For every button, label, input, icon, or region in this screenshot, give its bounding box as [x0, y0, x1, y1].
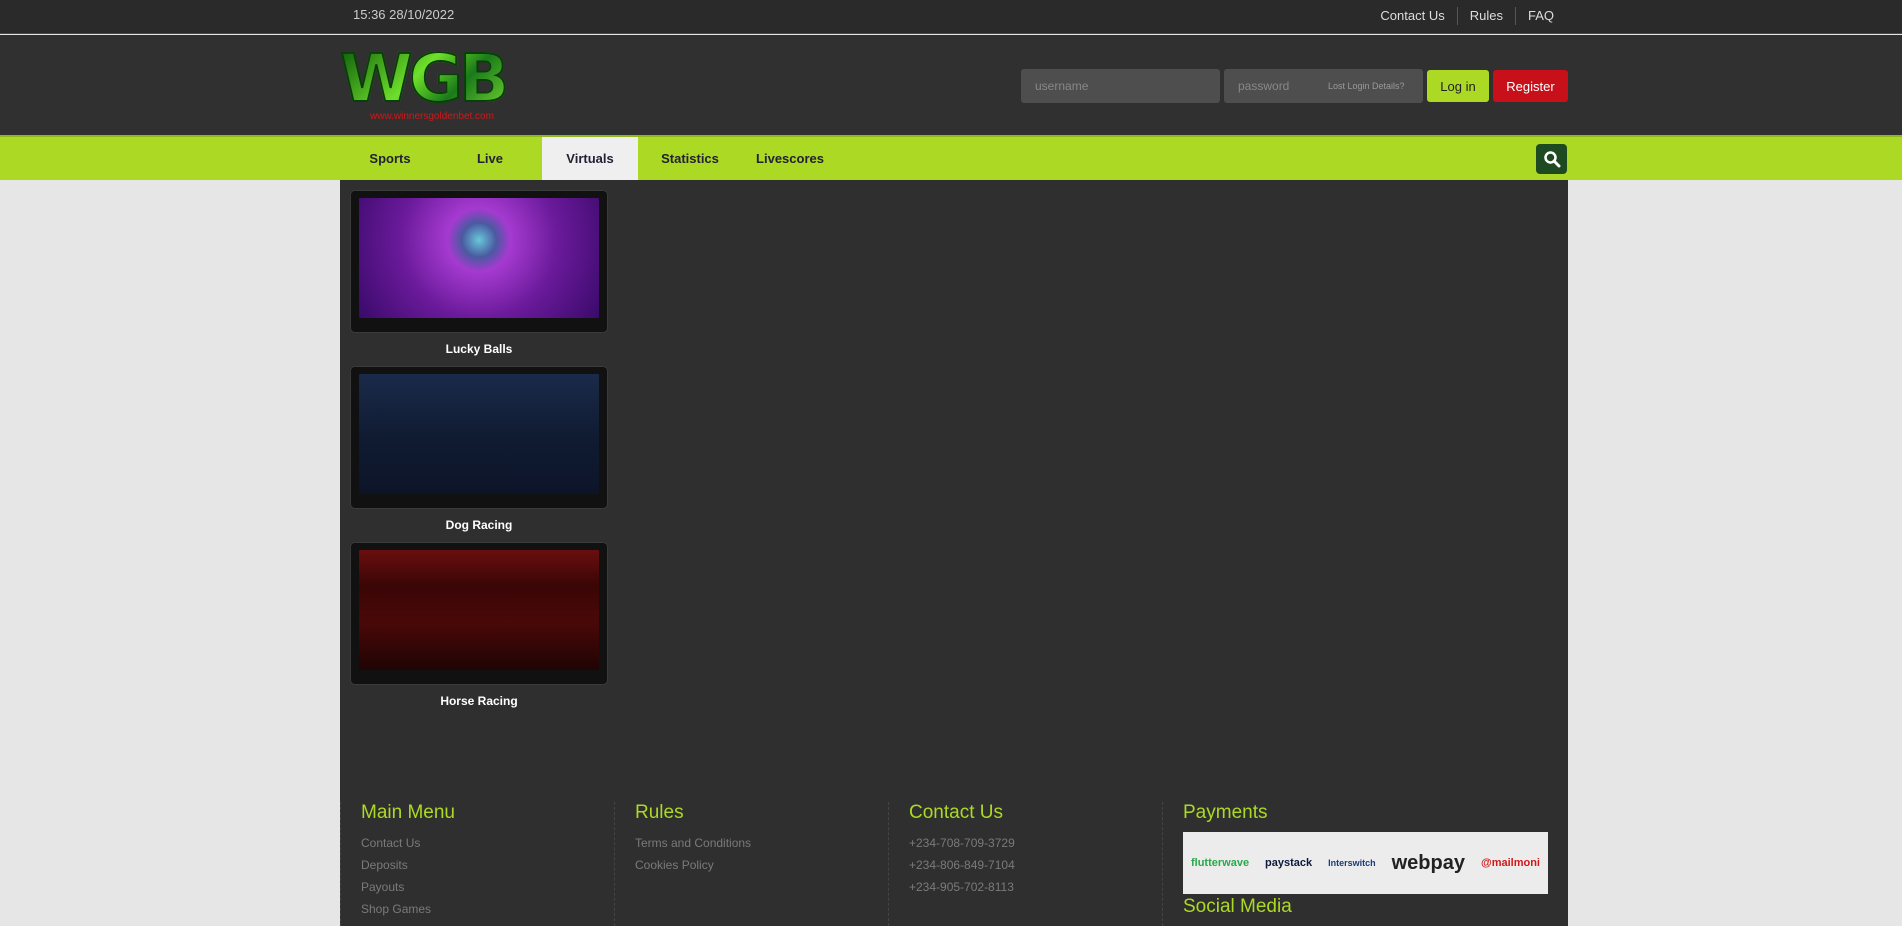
nav-live[interactable]: Live — [440, 137, 540, 180]
footer-heading: Social Media — [1183, 896, 1292, 917]
payment-logos: flutterwave paystack Interswitch webpay … — [1183, 832, 1548, 894]
game-dog-racing[interactable]: Dog Racing — [351, 367, 607, 532]
flutterwave-logo: flutterwave — [1190, 857, 1250, 869]
header: WGB www.winnersgoldenbet.com Lost Login … — [0, 35, 1902, 135]
footer-heading: Main Menu — [361, 802, 455, 823]
game-horse-racing[interactable]: Horse Racing — [351, 543, 607, 708]
game-thumbnail[interactable] — [351, 367, 607, 508]
faq-link[interactable]: FAQ — [1514, 7, 1566, 25]
main-nav: Sports Live Virtuals Statistics Livescor… — [0, 135, 1902, 180]
nav-sports[interactable]: Sports — [340, 137, 440, 180]
mailmoni-logo: @mailmoni — [1480, 857, 1540, 869]
nav-livescores[interactable]: Livescores — [740, 137, 840, 180]
register-button[interactable]: Register — [1493, 70, 1568, 102]
username-input[interactable] — [1021, 69, 1220, 103]
webpay-logo: webpay — [1391, 851, 1465, 874]
paystack-logo: paystack — [1265, 857, 1313, 869]
logo[interactable]: WGB www.winnersgoldenbet.com — [339, 45, 540, 125]
footer-link[interactable]: Terms and Conditions — [635, 832, 888, 854]
footer-payments: Payments flutterwave paystack Interswitc… — [1162, 802, 1562, 926]
contact-us-link[interactable]: Contact Us — [1368, 7, 1456, 25]
game-thumbnail[interactable] — [351, 543, 607, 684]
nav-statistics[interactable]: Statistics — [640, 137, 740, 180]
footer-main-menu: Main Menu Contact Us Deposits Payouts Sh… — [340, 802, 614, 926]
top-bar: 15:36 28/10/2022 Contact Us Rules FAQ — [0, 0, 1902, 34]
game-name[interactable]: Lucky Balls — [351, 342, 607, 356]
footer-link[interactable]: Shop Games — [361, 898, 614, 920]
main-content: Lucky Balls Dog Racing Horse Racing Main… — [340, 180, 1568, 926]
footer-heading: Contact Us — [909, 802, 1003, 823]
footer-contact: Contact Us +234-708-709-3729 +234-806-84… — [888, 802, 1162, 926]
game-name[interactable]: Dog Racing — [351, 518, 607, 532]
footer-heading: Payments — [1183, 802, 1268, 823]
game-lucky-balls[interactable]: Lucky Balls — [351, 191, 607, 356]
phone-number: +234-806-849-7104 — [909, 858, 1015, 872]
footer-link[interactable]: Contact Us — [361, 832, 614, 854]
phone-number: +234-708-709-3729 — [909, 836, 1015, 850]
search-button[interactable] — [1536, 144, 1567, 174]
nav-virtuals[interactable]: Virtuals — [542, 137, 638, 180]
game-name[interactable]: Horse Racing — [351, 694, 607, 708]
search-icon — [1543, 151, 1560, 168]
footer-rules: Rules Terms and Conditions Cookies Polic… — [614, 802, 888, 926]
game-thumbnail[interactable] — [351, 191, 607, 332]
footer-heading: Rules — [635, 802, 684, 823]
login-button[interactable]: Log in — [1427, 70, 1489, 102]
footer-link[interactable]: Payouts — [361, 876, 614, 898]
datetime: 15:36 28/10/2022 — [353, 7, 455, 22]
footer-link[interactable]: Cookies Policy — [635, 854, 888, 876]
rules-link[interactable]: Rules — [1456, 7, 1515, 25]
interswitch-logo: Interswitch — [1328, 858, 1376, 868]
phone-number: +234-905-702-8113 — [909, 880, 1014, 894]
lost-login-link[interactable]: Lost Login Details? — [1328, 81, 1405, 91]
top-links: Contact Us Rules FAQ — [1368, 7, 1566, 25]
footer-link[interactable]: Deposits — [361, 854, 614, 876]
